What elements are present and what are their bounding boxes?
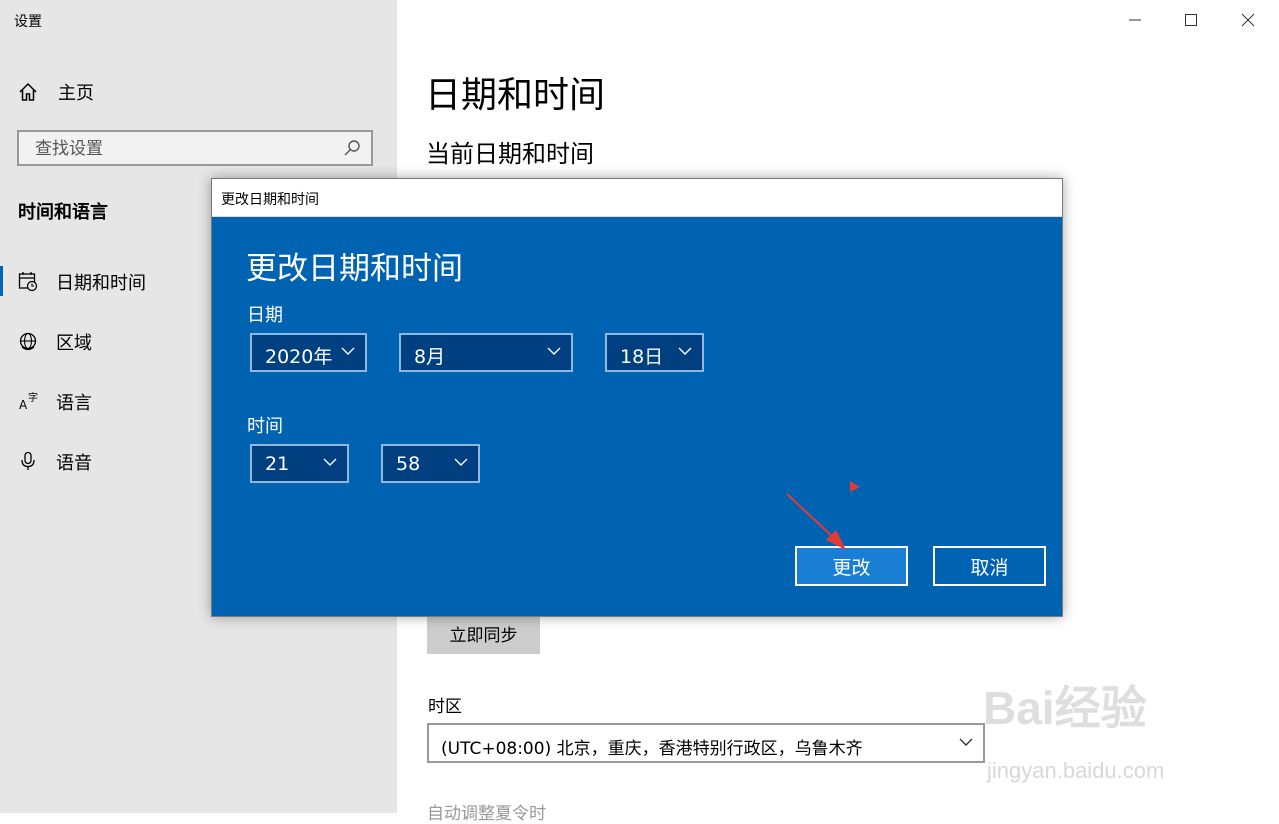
dialog-titlebar: 更改日期和时间 [212, 179, 1062, 217]
sidebar-item-label: 语言 [56, 393, 92, 414]
year-select[interactable]: 2020年 [250, 333, 367, 372]
chevron-down-icon [454, 458, 468, 466]
calendar-clock-icon [18, 272, 38, 291]
hour-value: 21 [265, 453, 290, 475]
search-box[interactable] [17, 130, 373, 166]
home-label: 主页 [58, 83, 94, 104]
sidebar-item-label: 语音 [56, 453, 92, 474]
time-label: 时间 [247, 416, 283, 437]
watermark-logo: Bai经验 [983, 682, 1147, 734]
month-value: 8月 [414, 346, 446, 368]
timezone-label: 时区 [428, 697, 462, 717]
cancel-button[interactable]: 取消 [933, 546, 1046, 586]
close-icon[interactable] [1233, 6, 1263, 34]
section-title: 时间和语言 [18, 202, 108, 223]
baidu-watermark: Bai经验 jingyan.baidu.com [983, 672, 1164, 783]
chevron-down-icon [547, 347, 561, 355]
day-select[interactable]: 18日 [605, 333, 704, 372]
dialog-heading: 更改日期和时间 [246, 251, 463, 287]
change-datetime-dialog: 更改日期和时间 更改日期和时间 日期 2020年 8月 18日 时间 21 58… [211, 178, 1063, 617]
month-select[interactable]: 8月 [399, 333, 573, 372]
maximize-icon[interactable] [1176, 6, 1206, 34]
home-link[interactable]: 主页 [18, 79, 94, 105]
svg-text:字: 字 [28, 391, 38, 404]
minute-select[interactable]: 58 [381, 444, 480, 483]
search-input[interactable] [33, 138, 337, 160]
minimize-icon[interactable] [1120, 6, 1150, 34]
language-icon: A 字 [19, 391, 38, 411]
minute-value: 58 [396, 453, 421, 475]
sidebar-item-label: 区域 [56, 333, 92, 354]
chevron-down-icon [959, 738, 973, 746]
microphone-icon [21, 451, 35, 470]
search-icon[interactable] [343, 139, 361, 157]
sync-now-button[interactable]: 立即同步 [427, 612, 540, 654]
chevron-down-icon [678, 347, 692, 355]
date-label: 日期 [247, 305, 283, 326]
chevron-down-icon [323, 458, 337, 466]
timezone-select[interactable]: (UTC+08:00) 北京，重庆，香港特别行政区，乌鲁木齐 [427, 723, 985, 763]
app-title: 设置 [14, 14, 42, 30]
year-value: 2020年 [265, 346, 333, 368]
page-title: 日期和时间 [425, 75, 606, 116]
sidebar-item-label: 日期和时间 [56, 273, 146, 294]
home-icon [19, 82, 37, 101]
timezone-value: (UTC+08:00) 北京，重庆，香港特别行政区，乌鲁木齐 [441, 739, 863, 759]
globe-icon [19, 332, 37, 351]
watermark-url: jingyan.baidu.com [987, 758, 1165, 783]
svg-text:A: A [19, 398, 28, 411]
dst-label: 自动调整夏令时 [427, 804, 546, 824]
day-value: 18日 [620, 346, 664, 368]
section-subtitle: 当前日期和时间 [426, 140, 594, 168]
change-button[interactable]: 更改 [795, 546, 908, 586]
chevron-down-icon [341, 347, 355, 355]
dialog-window-title: 更改日期和时间 [221, 192, 319, 208]
hour-select[interactable]: 21 [250, 444, 349, 483]
